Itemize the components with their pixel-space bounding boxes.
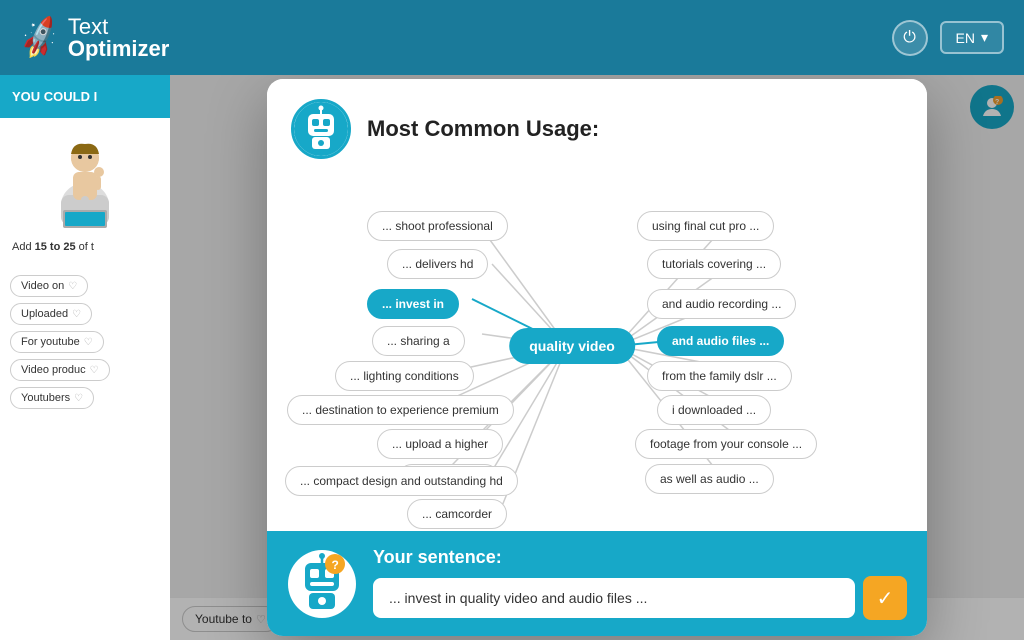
node-audiofiles[interactable]: and audio files ... [657, 326, 784, 356]
modal: Most Common Usage: [267, 79, 927, 636]
header: 🚀 Text Optimizer ⏻ EN ▾ [0, 0, 1024, 75]
node-audiorecording[interactable]: and audio recording ... [647, 289, 796, 319]
tag-uploaded[interactable]: Uploaded ♡ [10, 303, 92, 325]
center-node[interactable]: quality video [509, 328, 635, 364]
node-footage[interactable]: footage from your console ... [635, 429, 817, 459]
right-area: ? [170, 75, 1024, 640]
sentence-label: Your sentence: [373, 547, 907, 568]
bottom-robot-icon: ? [287, 549, 357, 619]
node-sharing[interactable]: ... sharing a [372, 326, 465, 356]
node-finalcut[interactable]: using final cut pro ... [637, 211, 774, 241]
logo-text-2: Optimizer [68, 38, 169, 60]
modal-avatar [291, 99, 351, 159]
node-upload[interactable]: ... upload a higher [377, 429, 503, 459]
heart-icon: ♡ [72, 309, 81, 320]
header-controls: ⏻ EN ▾ [892, 20, 1004, 56]
tag-video-produc[interactable]: Video produc ♡ [10, 359, 110, 381]
heart-icon: ♡ [90, 365, 99, 376]
language-label: EN [956, 30, 975, 46]
bottom-avatar: ? [287, 549, 357, 619]
node-aswell[interactable]: as well as audio ... [645, 464, 774, 494]
sidebar-add-text: Add 15 to 25 of t [12, 240, 158, 255]
modal-title: Most Common Usage: [367, 116, 599, 142]
tag-video-on[interactable]: Video on ♡ [10, 275, 88, 297]
svg-text:?: ? [332, 558, 339, 572]
node-delivers[interactable]: ... delivers hd [387, 249, 488, 279]
logo-text: Text [68, 16, 169, 38]
main-area: YOU COULD I [0, 75, 1024, 640]
rocket-icon: 🚀 [15, 13, 65, 62]
node-tutorials[interactable]: tutorials covering ... [647, 249, 781, 279]
modal-bottom: ? Your sentence: ✓ [267, 531, 927, 636]
heart-icon: ♡ [68, 281, 77, 292]
modal-header: Most Common Usage: [267, 79, 927, 171]
tag-youtubers[interactable]: Youtubers ♡ [10, 387, 94, 409]
chevron-down-icon: ▾ [981, 29, 988, 46]
power-button[interactable]: ⏻ [892, 20, 928, 56]
robot-avatar-icon [294, 102, 348, 156]
node-destination[interactable]: ... destination to experience premium [287, 395, 514, 425]
node-familydslr[interactable]: from the family dslr ... [647, 361, 792, 391]
node-invest[interactable]: ... invest in [367, 289, 459, 319]
node-downloaded[interactable]: i downloaded ... [657, 395, 771, 425]
modal-overlay: Most Common Usage: [170, 75, 1024, 640]
heart-icon: ♡ [84, 337, 93, 348]
heart-icon: ♡ [74, 393, 83, 404]
sentence-area: Your sentence: ✓ [373, 547, 907, 620]
sentence-confirm-button[interactable]: ✓ [863, 576, 907, 620]
node-compact[interactable]: ... compact design and outstanding hd [285, 466, 518, 496]
logo: 🚀 Text Optimizer [20, 16, 169, 60]
person-illustration [45, 140, 125, 230]
mindmap-area: quality video ... shoot professional ...… [267, 171, 927, 531]
node-lighting[interactable]: ... lighting conditions [335, 361, 474, 391]
language-selector[interactable]: EN ▾ [940, 21, 1004, 54]
node-shoot[interactable]: ... shoot professional [367, 211, 508, 241]
node-camcorder[interactable]: ... camcorder [407, 499, 507, 529]
sidebar: YOU COULD I [0, 75, 170, 640]
sentence-input-row: ✓ [373, 576, 907, 620]
sidebar-content: Add 15 to 25 of t [0, 118, 170, 267]
sidebar-illustration [12, 140, 158, 230]
tag-for-youtube[interactable]: For youtube ♡ [10, 331, 104, 353]
sidebar-banner: YOU COULD I [0, 75, 170, 118]
sentence-input[interactable] [373, 578, 855, 618]
sidebar-tags: Video on ♡ Uploaded ♡ For youtube ♡ Vide… [0, 267, 170, 417]
